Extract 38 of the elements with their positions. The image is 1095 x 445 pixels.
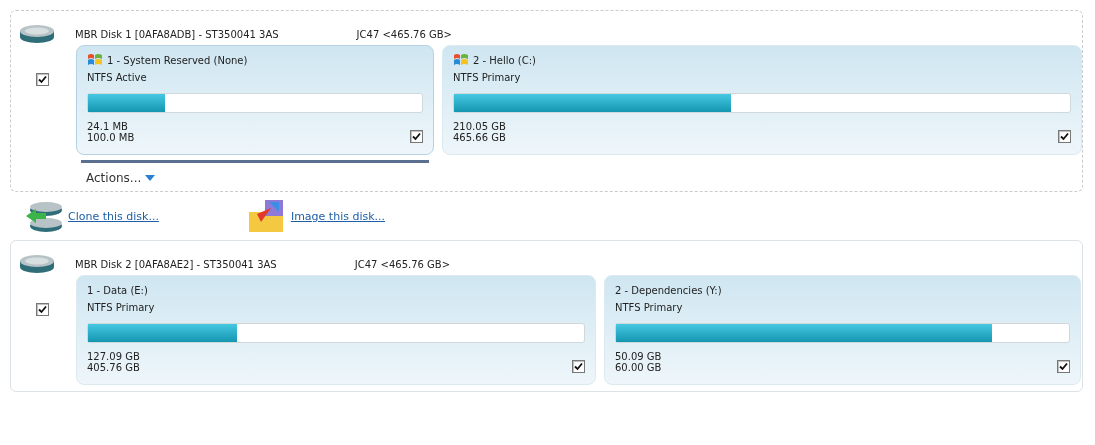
filesystem-label: NTFS Primary <box>615 302 684 313</box>
caret-icon <box>145 175 156 181</box>
used-size: 210.05 GB <box>453 121 506 132</box>
partition-name: 1 - System Reserved (None) <box>107 54 248 66</box>
windows-flag-icon <box>87 52 103 68</box>
checkbox[interactable] <box>1058 130 1071 143</box>
actions-dropdown[interactable]: Actions... <box>86 171 156 185</box>
partition-card[interactable]: 1 - System Reserved (None) NTFS Active 24.1 MB 100.0 MB <box>76 45 434 155</box>
total-size: 465.66 GB <box>453 132 506 143</box>
partition-card[interactable]: 1 - Data (E:) NTFS Primary 127.09 GB 405.76 GB <box>76 275 596 385</box>
filesystem-label: NTFS Active <box>87 72 148 83</box>
partition-name: 1 - Data (E:) <box>87 284 148 296</box>
total-size: 405.76 GB <box>87 362 140 373</box>
filesystem-label: NTFS Primary <box>453 72 522 83</box>
used-size: 24.1 MB <box>87 121 129 132</box>
disk-model: JC47 <465.76 GB> <box>356 28 452 40</box>
partition-card[interactable]: 2 - Hello (C:) NTFS Primary 210.05 GB 465.66 GB <box>442 45 1082 155</box>
total-size: 100.0 MB <box>87 132 135 143</box>
link[interactable]: Image this disk... <box>290 209 386 223</box>
checkbox[interactable] <box>410 130 423 143</box>
used-size: 50.09 GB <box>615 351 662 362</box>
link[interactable]: Clone this disk... <box>68 209 159 223</box>
disk-icon <box>19 254 55 274</box>
checkbox[interactable] <box>1057 360 1070 373</box>
checkbox[interactable] <box>572 360 585 373</box>
disk-title: MBR Disk 2 [0AFA8AE2] - ST350041 3AS <box>75 258 277 270</box>
windows-flag-icon <box>453 52 469 68</box>
used-size: 127.09 GB <box>87 351 140 362</box>
disk-icon <box>19 24 55 44</box>
disk-model: JC47 <465.76 GB> <box>354 258 451 270</box>
checkbox[interactable] <box>36 303 49 316</box>
filesystem-label: NTFS Primary <box>87 302 156 313</box>
partition-card[interactable]: 2 - Dependencies (Y:) NTFS Primary 50.09 GB 60.00 GB <box>604 275 1081 385</box>
checkbox[interactable] <box>36 73 49 86</box>
total-size: 60.00 GB <box>615 362 662 373</box>
partition-name: 2 - Hello (C:) <box>473 54 536 66</box>
disk-title: MBR Disk 1 [0AFA8ADB] - ST350041 3AS <box>75 28 279 40</box>
partition-name: 2 - Dependencies (Y:) <box>615 284 722 296</box>
